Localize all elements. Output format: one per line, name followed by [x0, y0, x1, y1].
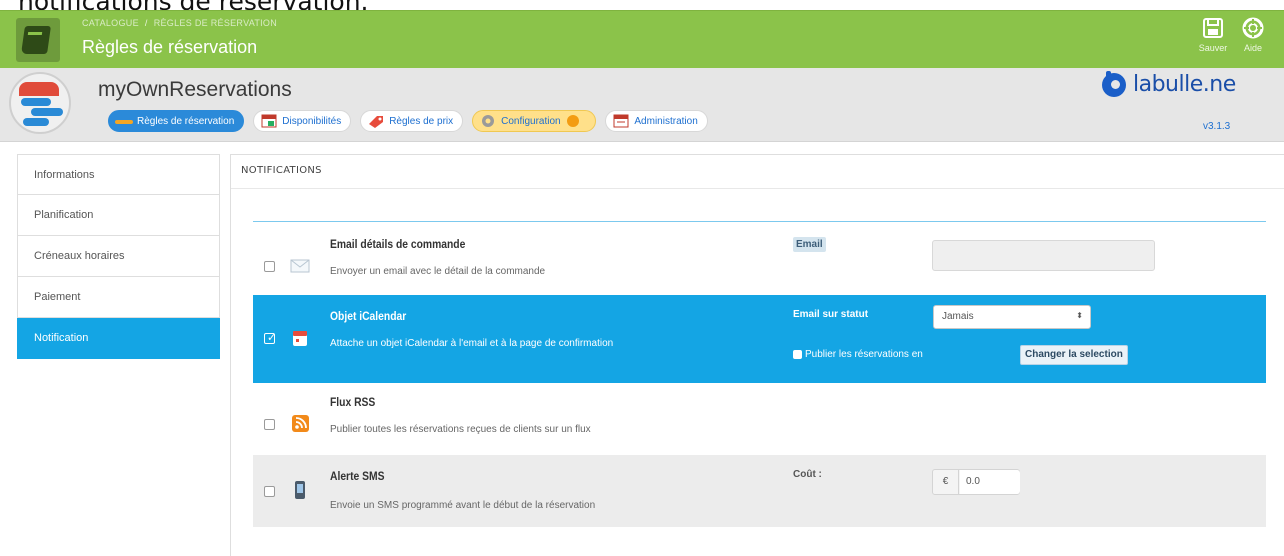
tab-availability[interactable]: Disponibilités — [253, 110, 352, 132]
tab-label: Règles de prix — [389, 116, 454, 127]
email-checkbox[interactable] — [264, 261, 275, 272]
brand-icon — [1102, 70, 1126, 97]
row-description: Envoyer un email avec le détail de la co… — [330, 266, 546, 277]
row-description: Attache un objet iCalendar à l'email et … — [330, 338, 614, 349]
tag-icon — [366, 114, 386, 129]
row-description: Publier toutes les réservations reçues d… — [330, 424, 591, 435]
truck-icon — [114, 114, 134, 128]
publish-checkbox[interactable] — [793, 349, 802, 359]
calendar-icon — [289, 328, 311, 348]
breadcrumb-catalogue[interactable]: CATALOGUE — [82, 18, 139, 28]
sidebar-item-planification[interactable]: Planification — [17, 195, 220, 236]
sms-checkbox[interactable] — [264, 486, 275, 497]
rss-checkbox[interactable] — [264, 419, 275, 430]
save-label: Sauver — [1198, 43, 1228, 53]
email-field-label: Email — [793, 237, 826, 252]
divider — [253, 221, 1266, 222]
breadcrumb-separator: / — [144, 18, 148, 28]
row-title: Objet iCalendar — [330, 309, 407, 323]
status-select-value: Jamais — [942, 311, 974, 322]
row-title: Alerte SMS — [330, 469, 385, 483]
save-button[interactable]: Sauver — [1196, 17, 1230, 63]
help-label: Aide — [1243, 43, 1262, 53]
panel-title: NOTIFICATIONS — [241, 165, 322, 176]
module-logo-icon — [9, 72, 71, 134]
row-description: Envoie un SMS programmé avant le début d… — [330, 500, 596, 511]
sidebar-item-payment[interactable]: Paiement — [17, 277, 220, 318]
notification-row-sms: Alerte SMS Envoie un SMS programmé avant… — [253, 455, 1266, 527]
sidebar: Informations Planification Créneaux hora… — [17, 154, 220, 359]
notifications-panel: NOTIFICATIONS Email détails de commande … — [230, 154, 1284, 556]
tab-label: Administration — [634, 116, 698, 127]
sidebar-item-informations[interactable]: Informations — [17, 154, 220, 195]
status-email-label: Email sur statut — [793, 309, 869, 320]
gear-icon — [478, 114, 498, 128]
calendar-icon — [259, 114, 279, 128]
page-title: Règles de réservation — [82, 37, 258, 57]
sidebar-item-notification[interactable]: Notification — [17, 318, 220, 359]
row-title: Email détails de commande — [330, 237, 466, 251]
brand-name: labulle.ne — [1133, 72, 1236, 97]
help-icon — [1242, 17, 1264, 39]
notification-row-icalendar: ✓ Objet iCalendar Attache un objet iCale… — [253, 295, 1266, 383]
publish-label: Publier les réservations en — [805, 349, 923, 360]
email-field[interactable] — [932, 240, 1155, 271]
tab-label: Configuration — [501, 116, 561, 127]
tab-configuration[interactable]: Configuration — [472, 110, 597, 132]
save-icon — [1203, 18, 1223, 38]
tab-label: Règles de réservation — [137, 116, 235, 127]
envelope-icon — [289, 256, 311, 276]
cost-label: Coût : — [793, 469, 822, 480]
top-toolbar: CATALOGUE / RÈGLES DE RÉSERVATION Règles d… — [0, 10, 1284, 68]
brand-logo: labulle.ne — [1102, 70, 1236, 102]
module-name: myOwnReservations — [98, 78, 292, 101]
module-header: myOwnReservations Règles de réservation … — [0, 68, 1284, 142]
publish-option[interactable]: Publier les réservations en — [793, 349, 923, 360]
change-selection-button[interactable]: Changer la selection — [1020, 345, 1128, 365]
sidebar-item-time-slots[interactable]: Créneaux horaires — [17, 236, 220, 277]
checkmark-icon: ✓ — [267, 332, 277, 344]
breadcrumb: CATALOGUE / RÈGLES DE RÉSERVATION — [82, 18, 277, 28]
panel-header: NOTIFICATIONS — [231, 155, 1284, 189]
help-button[interactable]: Aide — [1236, 17, 1270, 63]
breadcrumb-booking-rules[interactable]: RÈGLES DE RÉSERVATION — [154, 18, 277, 28]
cost-input[interactable]: 0.0 — [960, 470, 1020, 494]
rss-icon — [289, 414, 311, 434]
tab-administration[interactable]: Administration — [605, 110, 708, 132]
page: notifications de réservation. CATALOGUE /… — [0, 0, 1284, 556]
version-label: v3.1.3 — [1203, 121, 1231, 132]
tab-label: Disponibilités — [282, 116, 342, 127]
calendar-admin-icon — [611, 114, 631, 128]
cost-field: € 0.0 — [932, 469, 1020, 495]
tab-price-rules[interactable]: Règles de prix — [360, 110, 464, 132]
row-title: Flux RSS — [330, 395, 376, 409]
phone-icon — [289, 480, 311, 500]
status-select[interactable]: Jamais ⬍ — [933, 305, 1091, 329]
select-arrows-icon: ⬍ — [1076, 311, 1083, 320]
icalendar-checkbox[interactable]: ✓ — [264, 332, 277, 344]
currency-addon: € — [933, 470, 959, 494]
book-icon — [16, 18, 60, 62]
tab-booking-rules[interactable]: Règles de réservation — [108, 110, 245, 132]
module-tabs: Règles de réservation Disponibilités Règ… — [108, 110, 717, 132]
warning-icon — [563, 114, 583, 128]
